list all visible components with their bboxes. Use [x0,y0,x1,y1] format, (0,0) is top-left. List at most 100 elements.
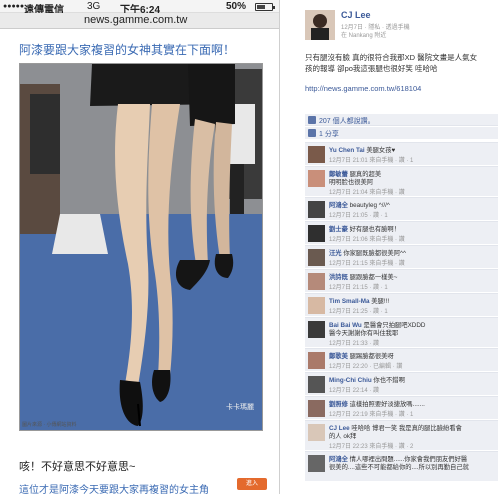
likes-row[interactable]: 207 個人都說讚。 [305,114,498,126]
comment-text: 汪光 你家腿既臉都很美阿^^ [329,248,497,257]
commenter-avatar[interactable] [308,146,325,163]
post-body-line: 孩的報導 卻po我這張腿也很好笑 哇哈哈 [305,64,438,73]
comment-meta[interactable]: 12月7日 21:04 來自手機 · 讚 [329,187,497,196]
article-caption: 咳！不好意思不好意思~ [19,461,136,473]
comment: Tim Small-Ma 美腿!!! 12月7日 21:25 · 讚 · 1 [305,293,498,316]
status-bar: ●●●●● 遠傳電信 3G 下午6:24 50% [0,0,279,16]
enter-button[interactable]: 進入 [237,478,267,490]
comment-body: 你家腿既臉都很美阿^^ [341,250,406,257]
shares-count[interactable]: 1 分享 [319,129,339,139]
commenter-avatar[interactable] [308,201,325,218]
comment: 汪光 你家腿既臉都很美阿^^ 12月7日 21:15 來自手機 · 讚 [305,245,498,268]
comment-meta[interactable]: 12月7日 21:25 · 讚 · 1 [329,306,497,315]
comment-text: 劉士豪 好有腿也有臉啊！ [329,224,497,233]
poster-name[interactable]: CJ Lee [341,10,371,20]
comment: 鄭敏蕾 腿真的超美 明明脸也很美阿 12月7日 21:04 來自手機 · 讚 [305,166,498,196]
commenter-name[interactable]: Yu Chen Tai [329,147,365,154]
comment-meta[interactable]: 12月7日 21:01 來自手機 · 讚 · 1 [329,155,497,164]
comment-meta[interactable]: 12月7日 21:06 來自手機 · 讚 [329,234,497,243]
comment: 劉照修 這樣拍照要好淡捷放嗎....... 12月7日 22:19 來自手機 · … [305,396,498,419]
comment-body: 好有腿也有臉啊！ [347,226,401,233]
shares-row[interactable]: 1 分享 [305,127,498,139]
commenter-avatar[interactable] [308,352,325,369]
commenter-avatar[interactable] [308,170,325,187]
comment-body: beautyleg ^///^ [347,202,390,209]
commenter-avatar[interactable] [308,424,325,441]
commenter-name[interactable]: 鄭歌美 [329,353,348,360]
post-link[interactable]: http://news.gamme.com.tw/618104 [305,84,421,93]
comment-meta[interactable]: 12月7日 22:19 來自手機 · 讚 · 1 [329,409,497,418]
commenter-name[interactable]: 劉照修 [329,401,348,408]
commenter-name[interactable]: 汪光 [329,250,342,257]
commenter-name[interactable]: Ming-Chi Chiu [329,377,372,384]
comment: 鄭歌美 腿踢臉都很美呀 12月7日 22:20 · 已編輯 · 讚 [305,348,498,371]
comment: CJ Lee 哇哈哈 博君一笑 我是真的腿比臉紛看會 的人 ok拜 12月7日 22… [305,420,498,450]
commenter-avatar[interactable] [308,455,325,472]
address-bar[interactable]: news.gamme.com.tw [0,13,279,29]
commenter-name[interactable]: Tim Small-Ma [329,298,369,305]
network-label: 3G [87,1,101,12]
article-photo: 圖片來源 · 小傳網站資料 卡卡瑪麗 [19,63,263,431]
signal-icon: ●●●●● [3,3,25,10]
comment-body: 腿跟臉都一樣美~ [347,274,398,281]
comment-meta[interactable]: 12月7日 21:05 · 讚 · 1 [329,210,497,219]
address-url[interactable]: news.gamme.com.tw [84,14,187,26]
commenter-name[interactable]: 洪詩既 [329,274,348,281]
comment-body: 腿踢臉都很美呀 [347,353,394,360]
commenter-avatar[interactable] [308,273,325,290]
photo-watermark: 卡卡瑪麗 [226,404,254,411]
battery-fill [257,5,265,9]
commenter-avatar[interactable] [308,321,325,338]
comment-text: Ming-Chi Chiu 你也不錯啊 [329,375,497,384]
share-icon [308,129,316,137]
likes-count[interactable]: 207 個人都說讚。 [319,116,375,126]
commenter-avatar[interactable] [308,297,325,314]
comment: 洪詩既 腿跟臉都一樣美~ 12月7日 21:15 · 讚 · 1 [305,269,498,292]
comment-meta[interactable]: 12月7日 22:20 · 已編輯 · 讚 [329,361,497,370]
comment-text: 阿鴻全 beautyleg ^///^ [329,200,497,209]
comment: 阿鴻全 情人哪裡出問題......你家會我們朋友們好醫 很美的....這些不可能都… [305,451,498,481]
facebook-post: CJ Lee 12月7日 · 隱私 · 透過手機 在 Nankang 附近 只有… [300,0,500,494]
legs-photo-illustration [20,64,262,430]
comment-body: 這樣拍照要好淡捷放嗎....... [347,401,425,408]
post-location[interactable]: 在 Nankang 附近 [341,30,386,39]
comment-meta[interactable]: 12月7日 21:33 · 讚 [329,338,497,347]
comment-body: 美腿!!! [369,298,390,305]
comment-text: Yu Chen Tai 美腿女孩♥ [329,145,497,154]
phone-screen: ●●●●● 遠傳電信 3G 下午6:24 50% news.gamme.com.… [0,0,280,494]
comment-text: 洪詩既 腿跟臉都一樣美~ [329,272,497,281]
commenter-avatar[interactable] [308,225,325,242]
comment-body-cont: 明明脸也很美阿 [329,179,374,186]
comment-meta[interactable]: 12月7日 22:14 · 讚 [329,385,497,394]
comment-body: 美腿女孩♥ [364,147,396,154]
comment-text: 劉照修 這樣拍照要好淡捷放嗎....... [329,399,497,408]
comment-meta[interactable]: 12月7日 21:15 · 讚 · 1 [329,282,497,291]
article-headline: 阿漆要跟大家複習的女神其實在下面啊！ [19,43,236,57]
photo-credit: 圖片來源 · 小傳網站資料 [22,422,77,428]
comment-body-cont: 很美的....這些不可能都給你的....所以別再勤自己就 [329,464,469,471]
thumbs-up-icon [308,116,316,124]
post-body-line: 只有腿沒有臉 真的很符合我那XD 醫院文畫是人氣女 [305,53,478,62]
commenter-name[interactable]: 阿鴻全 [329,202,348,209]
poster-avatar[interactable] [305,10,335,40]
comment-body-cont: 醫今天謝謝你有叫住我耶 [329,330,399,337]
article-caption-cutoff: 這位才是阿漆今天要跟大家再複習的女主角 [19,485,209,494]
commenter-avatar[interactable] [308,400,325,417]
comment-meta[interactable]: 12月7日 22:23 來自手機 · 讚 · 2 [329,441,497,450]
comment: Bai Bai Wu 是醫會只拍腿吧XDDD 醫今天謝謝你有叫住我耶 12月7日 2… [305,317,498,347]
commenter-name[interactable]: 劉士豪 [329,226,348,233]
commenter-avatar[interactable] [308,249,325,266]
comment: Ming-Chi Chiu 你也不錯啊 12月7日 22:14 · 讚 [305,372,498,395]
comment-meta[interactable]: 12月7日 21:15 來自手機 · 讚 [329,258,497,267]
screenshot-composite: ●●●●● 遠傳電信 3G 下午6:24 50% news.gamme.com.… [0,0,500,494]
commenter-avatar[interactable] [308,376,325,393]
comment-body: 你也不錯啊 [371,377,405,384]
comment-text: 鄭歌美 腿踢臉都很美呀 [329,351,497,360]
comment: 阿鴻全 beautyleg ^///^ 12月7日 21:05 · 讚 · 1 [305,197,498,220]
comment-body-cont: 的人 ok拜 [329,433,357,440]
comment: 劉士豪 好有腿也有臉啊！ 12月7日 21:06 來自手機 · 讚 [305,221,498,244]
battery-icon [255,3,275,11]
comment: Yu Chen Tai 美腿女孩♥ 12月7日 21:01 來自手機 · 讚 · … [305,142,498,165]
comment-text: Tim Small-Ma 美腿!!! [329,296,497,305]
battery-percent: 50% [226,1,247,12]
